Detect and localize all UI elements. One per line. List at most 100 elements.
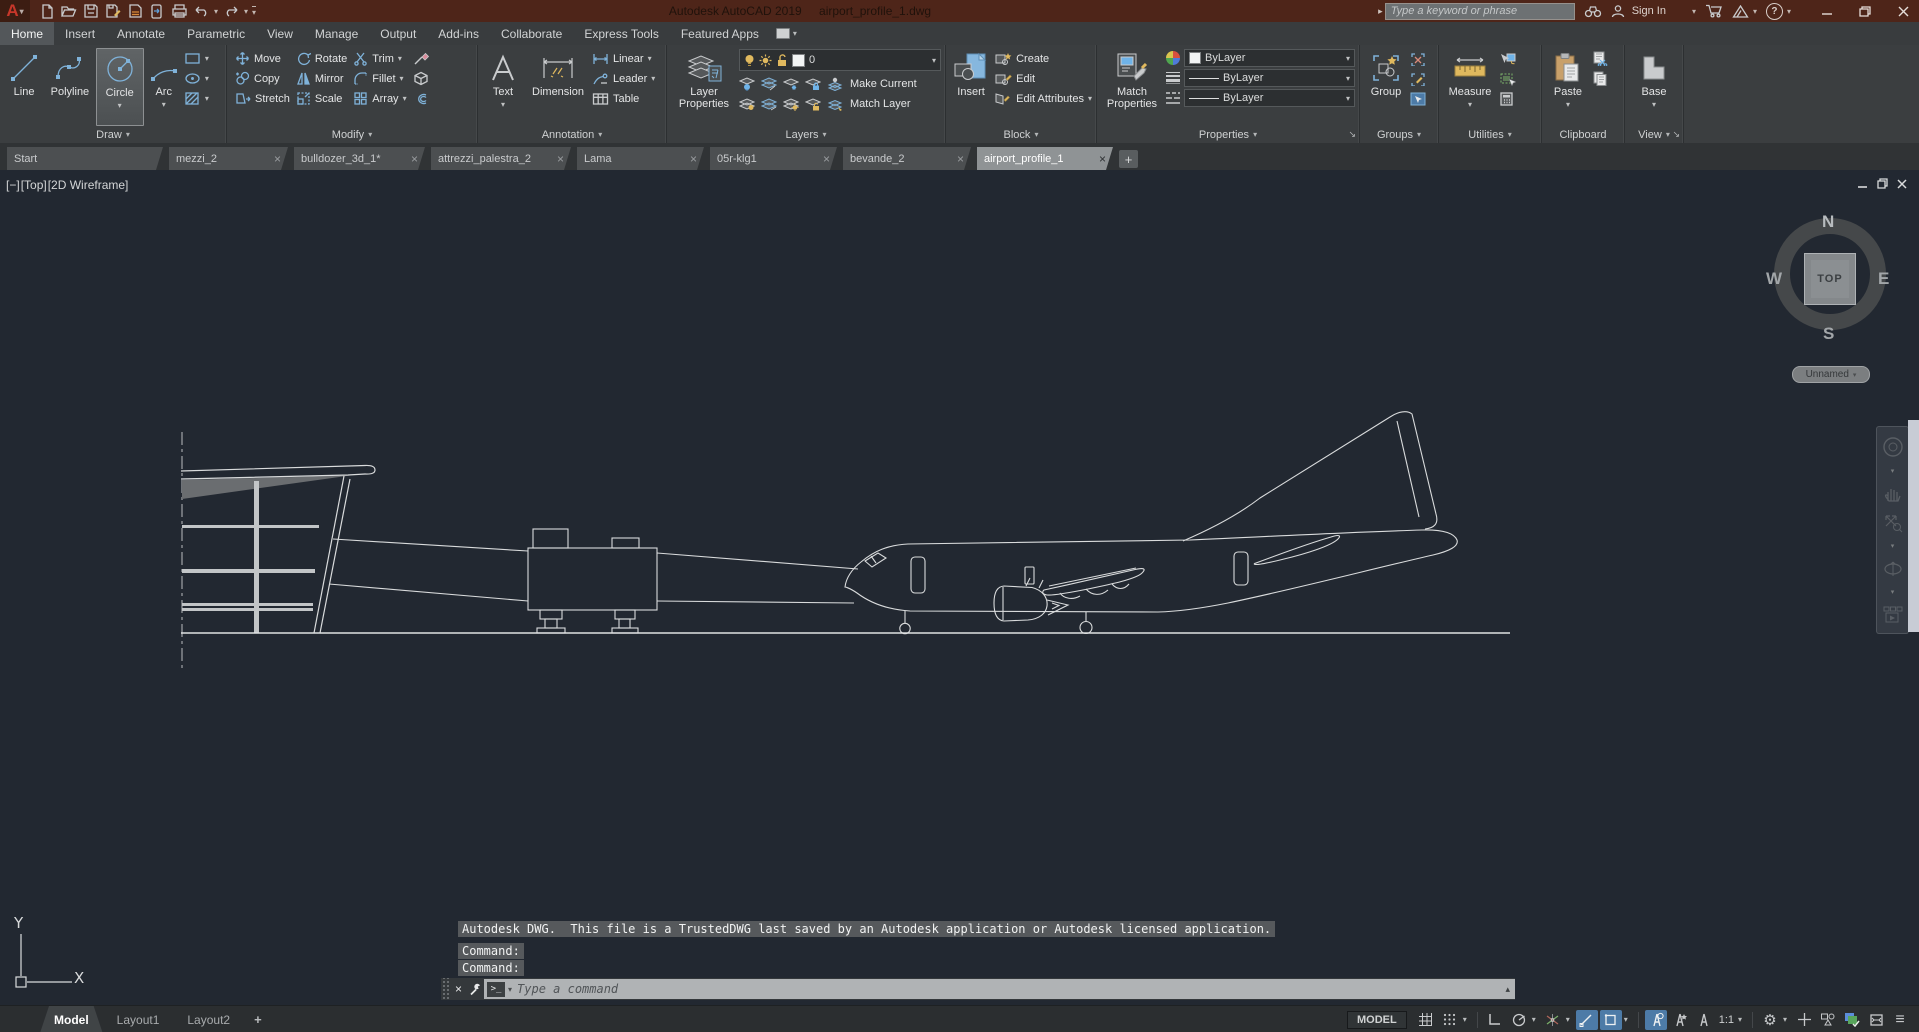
layer-lock-icon[interactable]: [805, 77, 821, 91]
redo-caret-icon[interactable]: ▾: [244, 7, 248, 16]
text-button[interactable]: Text ▾: [482, 48, 524, 126]
scale-caret-icon[interactable]: ▾: [1738, 1015, 1746, 1024]
viewport-view-control[interactable]: [Top]: [21, 178, 47, 192]
base-button[interactable]: Base ▾: [1632, 48, 1676, 126]
view-panel-label[interactable]: View ▾ ↘: [1625, 126, 1683, 143]
tab-view[interactable]: View: [256, 22, 304, 45]
navigation-wheel-icon[interactable]: [1882, 436, 1904, 458]
quick-select-button[interactable]: [1499, 49, 1523, 68]
stretch-button[interactable]: Stretch: [235, 89, 290, 108]
tab-featured-apps[interactable]: Featured Apps: [670, 22, 770, 45]
ortho-mode-toggle[interactable]: [1484, 1010, 1506, 1030]
close-icon[interactable]: ×: [274, 152, 281, 166]
ucs-icon[interactable]: Y X: [13, 914, 84, 988]
lineweight-select[interactable]: ByLayer ▾: [1184, 69, 1355, 87]
viewport-visual-style-control[interactable]: [2D Wireframe]: [48, 178, 129, 192]
doc-tab-attrezzi_palestra_2[interactable]: attrezzi_palestra_2 ×: [431, 147, 571, 170]
clean-screen-toggle[interactable]: [1865, 1010, 1887, 1030]
restore-button[interactable]: [1855, 3, 1875, 19]
annotation-autoscale-toggle[interactable]: [1669, 1010, 1691, 1030]
navbar-caret[interactable]: ▾: [1891, 467, 1895, 475]
open-file-button[interactable]: [60, 2, 78, 20]
arc-button[interactable]: Arc ▾: [146, 48, 182, 126]
help-icon[interactable]: ?: [1765, 2, 1783, 20]
isodraft-caret-icon[interactable]: ▾: [1566, 1015, 1574, 1024]
annotation-panel-label[interactable]: Annotation ▾: [478, 126, 666, 143]
viewcube-west[interactable]: W: [1766, 269, 1782, 289]
make-current-label[interactable]: Make Current: [850, 78, 917, 90]
zoom-icon[interactable]: [1883, 513, 1903, 533]
base-flyout-caret[interactable]: ▾: [1652, 99, 1656, 111]
erase-button[interactable]: [413, 49, 435, 68]
hatch-button[interactable]: ▾: [184, 89, 222, 108]
viewcube-north[interactable]: N: [1822, 212, 1834, 232]
close-icon[interactable]: ×: [690, 152, 697, 166]
doc-tab-05r-klg1[interactable]: 05r-klg1 ×: [710, 147, 837, 170]
customization-menu-icon[interactable]: ≡: [1889, 1010, 1911, 1030]
viewcube-ucs-menu[interactable]: Unnamed ▾: [1792, 366, 1870, 383]
insert-button[interactable]: Insert: [950, 48, 992, 126]
qat-customize-icon[interactable]: ▾: [252, 5, 257, 17]
crosshair-plus-icon[interactable]: [1793, 1010, 1815, 1030]
measure-button[interactable]: Measure ▾: [1443, 48, 1497, 126]
tab-home[interactable]: Home: [0, 22, 55, 45]
match-layer-label[interactable]: Match Layer: [850, 98, 911, 110]
create-block-button[interactable]: Create: [994, 49, 1092, 68]
command-close-button[interactable]: ×: [450, 980, 467, 998]
close-icon[interactable]: ×: [557, 152, 564, 166]
scrollbar[interactable]: [1908, 420, 1919, 632]
osnap-caret-icon[interactable]: ▾: [1624, 1015, 1632, 1024]
copy-button[interactable]: Copy: [235, 69, 290, 88]
paste-flyout-caret[interactable]: ▾: [1566, 99, 1570, 111]
array-button[interactable]: Array ▾: [353, 89, 407, 108]
search-input[interactable]: [1384, 2, 1575, 20]
fillet-button[interactable]: Fillet ▾: [353, 69, 406, 88]
minimize-button[interactable]: [1817, 3, 1837, 19]
app-store-cart-icon[interactable]: [1705, 4, 1723, 18]
airplane[interactable]: [844, 411, 1458, 635]
clipboard-panel-label[interactable]: Clipboard: [1542, 126, 1624, 143]
object-snap-toggle[interactable]: [1599, 1009, 1622, 1030]
overkill-button[interactable]: [413, 89, 435, 108]
ellipse-button[interactable]: ▾: [184, 69, 222, 88]
polar-caret-icon[interactable]: ▾: [1532, 1015, 1540, 1024]
group-selection-button[interactable]: [1410, 89, 1432, 108]
group-button[interactable]: Group: [1364, 48, 1408, 126]
ribbon-display-toggle[interactable]: ▾: [775, 22, 797, 45]
tab-output[interactable]: Output: [369, 22, 427, 45]
rectangle-button[interactable]: ▾: [184, 49, 222, 68]
modify-panel-label[interactable]: Modify ▾: [227, 126, 477, 143]
object-snap-tracking-toggle[interactable]: [1575, 1009, 1598, 1030]
make-current-icon[interactable]: [827, 77, 844, 91]
command-expand-caret[interactable]: ▴: [1505, 984, 1510, 995]
edit-block-button[interactable]: Edit: [994, 69, 1092, 88]
trim-button[interactable]: Trim ▾: [353, 49, 406, 68]
command-dock-grip[interactable]: [441, 978, 450, 1000]
dimension-button[interactable]: Dimension: [526, 48, 590, 126]
close-icon[interactable]: ×: [957, 152, 964, 166]
new-layout-button[interactable]: +: [244, 1006, 272, 1032]
doc-tab-bulldozer_3d_1[interactable]: bulldozer_3d_1* ×: [294, 147, 425, 170]
rotate-button[interactable]: Rotate: [296, 49, 347, 68]
table-button[interactable]: Table: [592, 89, 658, 108]
text-flyout-caret[interactable]: ▾: [501, 99, 505, 111]
tab-layout2[interactable]: Layout2: [173, 1006, 244, 1032]
match-layer-icon[interactable]: [827, 97, 844, 111]
tab-add-ins[interactable]: Add-ins: [427, 22, 490, 45]
help-caret-icon[interactable]: ▾: [1787, 7, 1791, 16]
linetype-select[interactable]: ByLayer ▾: [1184, 89, 1355, 107]
utilities-panel-label[interactable]: Utilities ▾: [1439, 126, 1541, 143]
workspace-caret-icon[interactable]: ▾: [1783, 1015, 1791, 1024]
new-file-button[interactable]: [38, 2, 56, 20]
navbar-caret[interactable]: ▾: [1891, 542, 1895, 550]
sign-in-caret-icon[interactable]: ▾: [1692, 7, 1696, 16]
app-logo-icon[interactable]: A ▾: [0, 0, 30, 22]
command-wrench-icon[interactable]: [467, 980, 484, 998]
doc-tab-mezzi_2[interactable]: mezzi_2 ×: [169, 147, 288, 170]
ungroup-button[interactable]: [1410, 49, 1432, 68]
new-drawing-tab-button[interactable]: +: [1119, 150, 1138, 168]
drawing-restore-button[interactable]: [1877, 178, 1888, 189]
layer-properties-button[interactable]: Layer Properties: [671, 48, 737, 126]
layer-isolate-icon[interactable]: [761, 76, 777, 91]
show-motion-icon[interactable]: [1882, 605, 1904, 625]
